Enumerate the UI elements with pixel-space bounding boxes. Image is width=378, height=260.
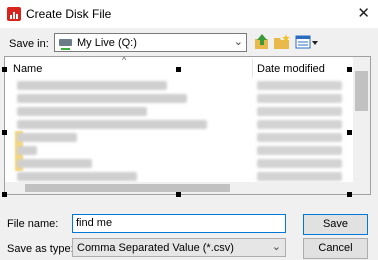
close-icon[interactable]: ✕ <box>357 4 370 22</box>
file-date-blurred <box>257 133 342 142</box>
resize-handle[interactable] <box>347 130 352 135</box>
file-name-blurred <box>17 107 147 116</box>
resize-handle[interactable] <box>347 67 352 72</box>
file-name-input[interactable]: find me <box>72 214 286 233</box>
file-date-blurred <box>257 107 342 116</box>
save-as-type-select[interactable]: Comma Separated Value (*.csv) ⌄ <box>72 238 286 257</box>
file-date-blurred <box>257 120 342 129</box>
resize-handle[interactable] <box>2 130 7 135</box>
file-row[interactable] <box>13 105 353 119</box>
chevron-down-icon: ⌄ <box>233 36 243 48</box>
file-list[interactable]: ^ Name Date modified <box>4 56 371 195</box>
save-in-dropdown[interactable]: My Live (Q:) ⌄ <box>54 33 247 52</box>
save-as-type-value: Comma Separated Value (*.csv) <box>77 242 234 254</box>
file-name-label: File name: <box>7 218 59 230</box>
up-folder-icon[interactable] <box>253 33 271 51</box>
spreadsheet-icon <box>7 7 21 21</box>
file-date-blurred <box>257 146 342 155</box>
resize-handle[interactable] <box>176 67 181 72</box>
file-row[interactable] <box>13 144 353 158</box>
view-menu-icon[interactable] <box>295 33 319 51</box>
title-bar: Create Disk File ✕ <box>0 0 378 28</box>
save-in-label: Save in: <box>9 38 49 50</box>
file-name-blurred <box>17 81 167 90</box>
column-header-date[interactable]: Date modified <box>257 63 325 75</box>
horizontal-scroll-thumb[interactable] <box>25 184 230 192</box>
column-divider[interactable] <box>252 59 253 77</box>
file-row[interactable] <box>13 157 353 171</box>
file-date-blurred <box>257 172 342 181</box>
resize-handle[interactable] <box>176 192 181 197</box>
resize-handle[interactable] <box>2 67 7 72</box>
resize-handle[interactable] <box>347 192 352 197</box>
file-name-blurred <box>17 146 37 155</box>
cancel-button[interactable]: Cancel <box>303 238 368 259</box>
file-row[interactable] <box>13 118 353 132</box>
file-name-blurred <box>17 94 187 103</box>
resize-handle[interactable] <box>2 192 7 197</box>
file-row[interactable] <box>13 131 353 145</box>
vertical-scroll-thumb[interactable] <box>355 71 368 111</box>
file-name-blurred <box>17 172 137 181</box>
file-row[interactable] <box>13 79 353 93</box>
column-header-name[interactable]: Name <box>13 63 42 75</box>
sort-ascending-icon: ^ <box>122 56 127 65</box>
file-name-blurred <box>17 133 77 142</box>
file-name-blurred <box>17 159 92 168</box>
file-date-blurred <box>257 159 342 168</box>
save-as-type-label: Save as type: <box>7 243 74 255</box>
file-date-blurred <box>257 81 342 90</box>
file-row[interactable] <box>13 92 353 106</box>
chevron-down-icon: ⌄ <box>271 241 281 253</box>
save-button[interactable]: Save <box>303 214 368 235</box>
vertical-scrollbar[interactable] <box>353 57 370 194</box>
new-folder-icon[interactable] <box>273 33 291 51</box>
file-name-blurred <box>17 120 207 129</box>
network-drive-icon <box>59 39 72 50</box>
save-in-value: My Live (Q:) <box>77 37 137 49</box>
window-title: Create Disk File <box>26 7 112 21</box>
file-date-blurred <box>257 94 342 103</box>
